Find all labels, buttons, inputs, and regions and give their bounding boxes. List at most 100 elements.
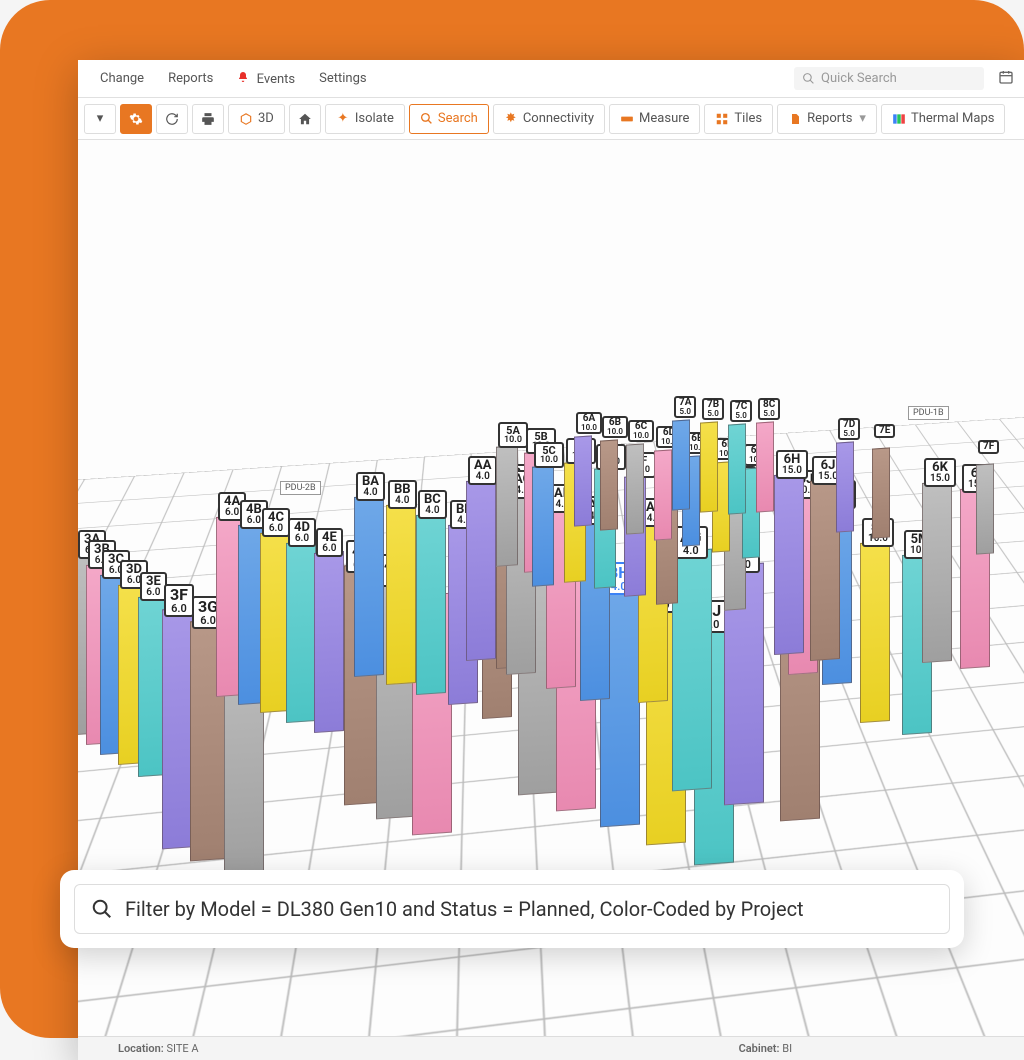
calendar-icon[interactable] (998, 69, 1014, 89)
filter-overlay-card: Filter by Model = DL380 Gen10 and Status… (60, 870, 964, 948)
rack-5A[interactable] (496, 445, 518, 567)
nav-settings[interactable]: Settings (307, 71, 378, 86)
rack-AG[interactable] (672, 549, 712, 792)
rack-BB[interactable] (386, 503, 416, 685)
cube-icon (239, 112, 253, 126)
rack-7F[interactable] (976, 463, 994, 554)
rack-label-4E[interactable]: 4E6.0 (316, 528, 343, 557)
rack-value: 5.0 (735, 412, 747, 420)
rack-7A[interactable] (672, 419, 690, 510)
rack-4D[interactable] (286, 541, 316, 723)
search-icon (91, 898, 113, 920)
print-icon (201, 112, 215, 126)
rack-AA[interactable] (466, 479, 496, 661)
rack-value: 15.0 (930, 474, 950, 484)
rack-value: 4.0 (424, 506, 441, 516)
rack-6H[interactable] (774, 473, 804, 655)
rack-id: 7E (879, 426, 890, 436)
rack-value: 5.0 (707, 410, 719, 418)
rack-label-4C[interactable]: 4C6.0 (262, 508, 290, 537)
rack-label-7B[interactable]: 7B5.0 (702, 398, 724, 420)
rack-7D[interactable] (836, 441, 854, 532)
rack-label-5A[interactable]: 5A10.0 (498, 422, 528, 448)
isolate-button[interactable]: ✦ Isolate (325, 104, 405, 134)
rack-value: 6.0 (224, 508, 240, 518)
search-button[interactable]: Search (409, 104, 489, 134)
rack-5L[interactable] (860, 541, 890, 723)
rack-label-7A[interactable]: 7A5.0 (674, 396, 696, 418)
rack-value: 10.0 (581, 424, 597, 432)
rack-BA[interactable] (354, 495, 384, 677)
rack-label-7F[interactable]: 7F (978, 440, 999, 454)
rack-label-6A[interactable]: 6A10.0 (576, 412, 602, 434)
rack-value: 6.0 (294, 534, 310, 544)
isolate-icon: ✦ (336, 112, 350, 126)
pdu-label: PDU-1B (908, 406, 949, 420)
rack-label-3E[interactable]: 3E6.0 (140, 572, 167, 601)
rack-4E[interactable] (314, 551, 344, 733)
status-location: Location: SITE A (118, 1042, 199, 1055)
rack-label-BB[interactable]: BB4.0 (388, 480, 417, 509)
rack-label-BA[interactable]: BA4.0 (356, 472, 385, 501)
3d-button[interactable]: 3D (228, 104, 285, 134)
status-bar: Location: SITE A Cabinet: BI (78, 1036, 1024, 1060)
tiles-icon (715, 112, 729, 126)
reports-dropdown[interactable]: Reports▾ (777, 104, 877, 134)
rack-value: 5.0 (843, 430, 855, 438)
status-cabinet: Cabinet: BI (739, 1042, 793, 1055)
rack-6B[interactable] (600, 439, 618, 530)
connectivity-icon: ✸ (504, 112, 518, 126)
rack-value: 15.0 (782, 466, 802, 476)
rack-label-7D[interactable]: 7D5.0 (838, 418, 860, 440)
rack-6K[interactable] (922, 481, 952, 663)
nav-change[interactable]: Change (88, 71, 156, 86)
top-navigation: Change Reports Events Settings Quick Sea… (78, 60, 1024, 98)
tiles-button[interactable]: Tiles (704, 104, 773, 134)
rack-6A[interactable] (574, 435, 592, 526)
rack-label-6C[interactable]: 6C10.0 (628, 420, 654, 442)
rack-value: 4.0 (680, 545, 702, 556)
connectivity-button[interactable]: ✸ Connectivity (493, 104, 605, 134)
dropdown-button[interactable]: ▾ (84, 104, 116, 134)
rack-value: 5.0 (679, 408, 691, 416)
rack-value: 10.0 (633, 432, 649, 440)
rack-7C[interactable] (728, 423, 746, 514)
rack-6D[interactable] (654, 449, 672, 540)
nav-events[interactable]: Events (225, 71, 307, 87)
settings-gear-button[interactable] (120, 104, 152, 134)
rack-7E[interactable] (872, 447, 890, 538)
rack-value: 5.0 (763, 410, 775, 418)
filter-input[interactable]: Filter by Model = DL380 Gen10 and Status… (74, 884, 950, 934)
rack-label-6H[interactable]: 6H15.0 (776, 450, 808, 479)
rack-label-6K[interactable]: 6K15.0 (924, 458, 956, 487)
rack-label-5C[interactable]: 5C10.0 (534, 442, 564, 468)
print-button[interactable] (192, 104, 224, 134)
home-button[interactable] (289, 104, 321, 134)
rack-5C[interactable] (532, 465, 554, 587)
rack-label-8C[interactable]: 8C5.0 (758, 398, 780, 420)
rack-label-3F[interactable]: 3F6.0 (164, 584, 194, 617)
rack-value: 10.0 (504, 436, 522, 445)
rack-label-7E[interactable]: 7E (874, 424, 895, 438)
rack-value: 10.0 (540, 456, 558, 465)
search-icon (420, 112, 433, 125)
rack-7B[interactable] (700, 421, 718, 512)
filter-text: Filter by Model = DL380 Gen10 and Status… (125, 897, 804, 921)
nav-reports[interactable]: Reports (156, 71, 225, 86)
rack-value: 4.0 (474, 472, 491, 482)
rack-label-AA[interactable]: AA4.0 (468, 456, 497, 485)
rack-label-BC[interactable]: BC4.0 (418, 490, 447, 519)
measure-button[interactable]: Measure (609, 104, 700, 134)
rack-8C[interactable] (756, 421, 774, 512)
refresh-button[interactable] (156, 104, 188, 134)
thermal-maps-button[interactable]: Thermal Maps (881, 104, 1006, 134)
rack-label-6B[interactable]: 6B10.0 (602, 416, 628, 438)
quick-search[interactable]: Quick Search (794, 67, 984, 90)
rack-value: 4.0 (394, 496, 411, 506)
rack-6C[interactable] (626, 443, 644, 534)
rack-value: 6.0 (146, 588, 161, 598)
rack-BC[interactable] (416, 513, 446, 695)
rack-value: 6.0 (246, 516, 262, 526)
rack-label-4D[interactable]: 4D6.0 (288, 518, 316, 547)
rack-label-7C[interactable]: 7C5.0 (730, 400, 752, 422)
